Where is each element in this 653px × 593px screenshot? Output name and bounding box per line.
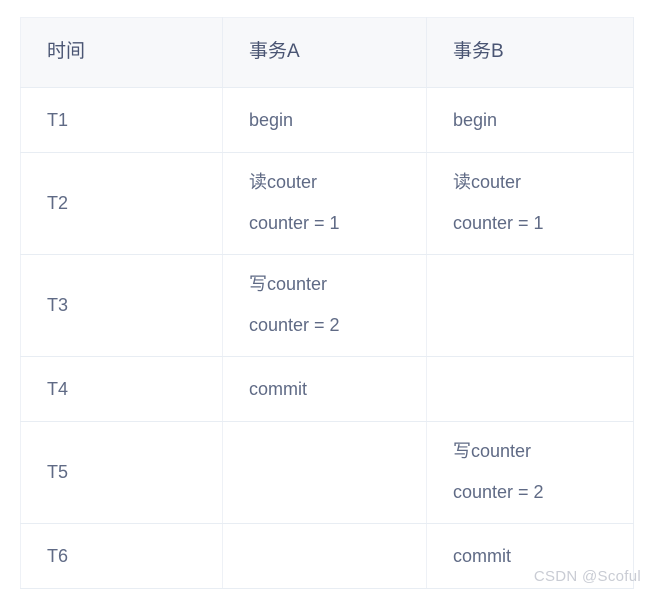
cell-transaction-a: 写counter counter = 2: [222, 254, 427, 357]
transaction-b-lines: 读couter counter = 1: [453, 162, 633, 244]
transaction-timeline-table: 时间 事务A 事务B T1 begin begin T2 读couter cou…: [20, 17, 634, 589]
transaction-a-line-2: counter = 2: [249, 315, 340, 336]
time-label: T4: [47, 378, 69, 399]
cell-transaction-b: 读couter counter = 1: [426, 152, 634, 255]
cell-transaction-a: 读couter counter = 1: [222, 152, 427, 255]
table-row: T5 写counter counter = 2: [20, 421, 634, 524]
transaction-a-lines: 写counter counter = 2: [249, 264, 426, 346]
cell-time: T5: [20, 421, 223, 524]
watermark: CSDN @Scoful: [533, 568, 641, 585]
time-label: T6: [47, 545, 69, 566]
table-header: 时间 事务A 事务B: [20, 17, 634, 88]
table-row: T2 读couter counter = 1 读couter counter =…: [20, 152, 634, 255]
transaction-b-line-2: counter = 2: [453, 482, 544, 503]
time-label: T1: [47, 109, 69, 130]
time-label: T2: [47, 193, 69, 214]
cell-time: T3: [20, 254, 223, 357]
table-header-row: 时间 事务A 事务B: [20, 17, 634, 88]
table-row: T3 写counter counter = 2: [20, 254, 634, 357]
table-row: T4 commit: [20, 356, 634, 422]
transaction-a-line-1: 写counter: [249, 274, 328, 295]
cell-transaction-a: begin: [222, 87, 427, 153]
column-header-transaction-a: 事务A: [222, 17, 427, 88]
transaction-b-line: begin: [453, 109, 498, 130]
transaction-b-empty: [453, 305, 633, 306]
transaction-b-line: commit: [453, 545, 511, 566]
cell-time: T4: [20, 356, 223, 422]
time-label: T5: [47, 462, 69, 483]
transaction-a-line: commit: [249, 378, 307, 399]
transaction-a-empty: [249, 472, 426, 473]
cell-transaction-a: [222, 421, 427, 524]
cell-time: T2: [20, 152, 223, 255]
time-label: T3: [47, 295, 69, 316]
cell-transaction-b: [426, 356, 634, 422]
cell-transaction-b: [426, 254, 634, 357]
cell-time: T1: [20, 87, 223, 153]
transaction-b-line-2: counter = 1: [453, 213, 544, 234]
table-row: T1 begin begin: [20, 87, 634, 153]
transaction-b-line-1: 读couter: [453, 172, 522, 193]
cell-transaction-b: 写counter counter = 2: [426, 421, 634, 524]
cell-transaction-a: [222, 523, 427, 589]
transaction-a-line-1: 读couter: [249, 172, 318, 193]
column-header-time: 时间: [20, 17, 223, 88]
transaction-timeline-table-container: 时间 事务A 事务B T1 begin begin T2 读couter cou…: [20, 17, 634, 589]
cell-time: T6: [20, 523, 223, 589]
transaction-b-empty: [453, 388, 633, 389]
transaction-a-line-2: counter = 1: [249, 213, 340, 234]
transaction-b-line-1: 写counter: [453, 441, 532, 462]
transaction-a-lines: 读couter counter = 1: [249, 162, 426, 244]
column-header-transaction-b: 事务B: [426, 17, 634, 88]
transaction-a-empty: [249, 555, 426, 556]
transaction-b-lines: 写counter counter = 2: [453, 431, 633, 513]
cell-transaction-b: begin: [426, 87, 634, 153]
cell-transaction-a: commit: [222, 356, 427, 422]
transaction-a-line: begin: [249, 109, 294, 130]
table-body: T1 begin begin T2 读couter counter = 1 读c…: [20, 87, 634, 589]
